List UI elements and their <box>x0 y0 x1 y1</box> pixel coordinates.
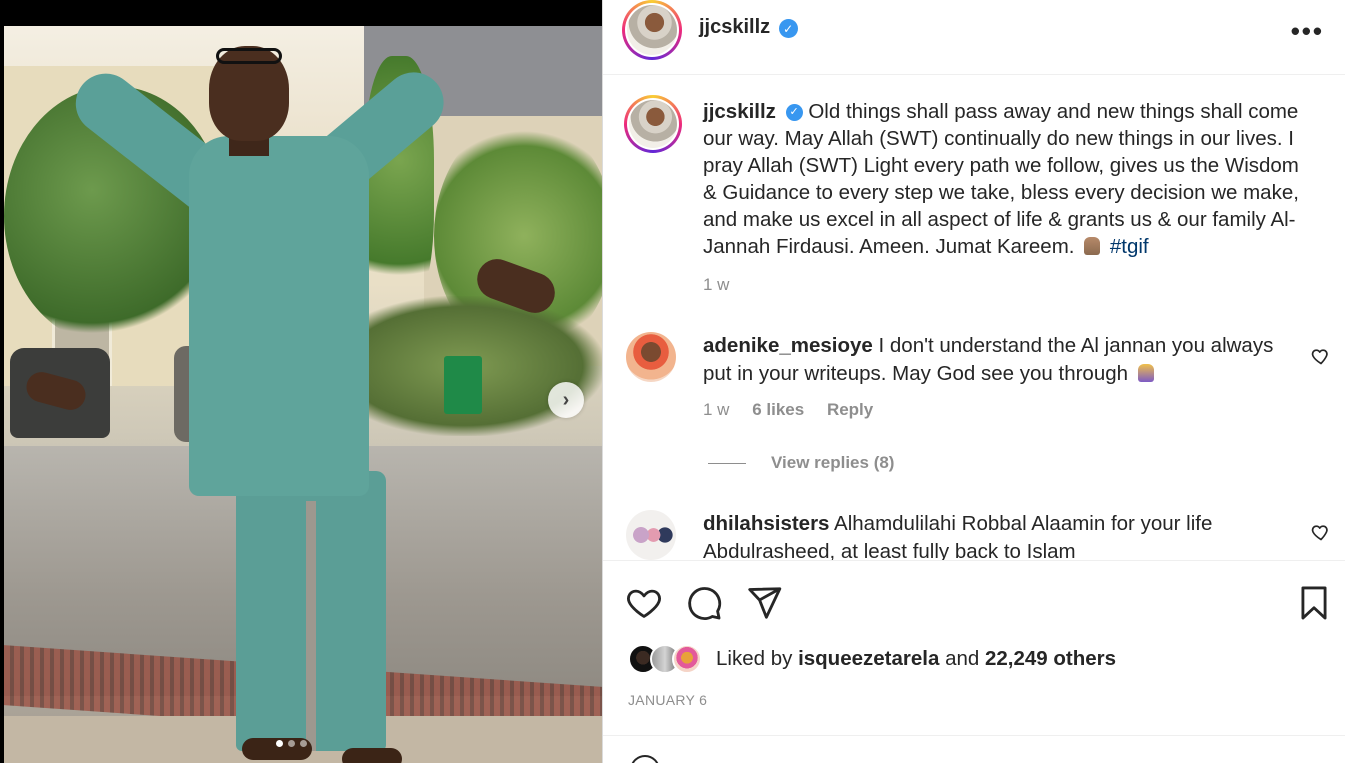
comment-icon[interactable] <box>685 584 723 622</box>
caption-meta: 1 w <box>703 275 747 295</box>
caption-avatar[interactable] <box>624 95 682 153</box>
divider <box>603 735 1345 736</box>
post-header: jjcskillz ✓ ••• <box>603 0 1345 75</box>
commenter-avatar[interactable] <box>626 332 676 382</box>
caption-time[interactable]: 1 w <box>703 275 729 294</box>
carousel-dot <box>300 740 307 747</box>
comment-like-heart-icon[interactable] <box>1311 346 1331 366</box>
author-avatar[interactable] <box>622 0 682 60</box>
comment-username[interactable]: dhilahsisters <box>703 512 829 535</box>
divider-line <box>708 462 746 464</box>
carousel-dot <box>276 740 283 747</box>
likers-avatars[interactable] <box>628 644 702 674</box>
more-options-icon[interactable]: ••• <box>1291 16 1324 47</box>
post-side-panel: jjcskillz ✓ ••• jjcskillz ✓ Old things s… <box>602 0 1345 763</box>
verified-badge-icon: ✓ <box>778 19 798 39</box>
praying-hands-icon <box>1084 237 1101 255</box>
emoji-icon[interactable] <box>630 755 660 763</box>
post-media[interactable]: › <box>0 0 602 763</box>
praying-hands-icon <box>1137 364 1154 382</box>
caption-text: jjcskillz ✓ Old things shall pass away a… <box>703 98 1313 260</box>
heart-icon[interactable] <box>625 584 663 622</box>
liked-by-others[interactable]: 22,249 others <box>985 647 1116 671</box>
verified-badge-icon: ✓ <box>785 104 803 122</box>
hashtag-link[interactable]: #tgif <box>1110 235 1149 258</box>
liker-avatar <box>672 644 702 674</box>
likes-summary: Liked by isqueezetarela and 22,249 other… <box>628 644 1116 674</box>
comment-likes[interactable]: 6 likes <box>752 400 804 419</box>
post-date[interactable]: JANUARY 6 <box>628 692 707 708</box>
comment-meta: 1 w 6 likes Reply <box>703 400 891 420</box>
carousel-dots <box>276 740 307 747</box>
comments-scroll-area[interactable]: jjcskillz ✓ Old things shall pass away a… <box>603 75 1345 560</box>
chevron-right-icon: › <box>562 388 570 411</box>
carousel-dot <box>288 740 295 747</box>
comment-like-heart-icon[interactable] <box>1311 522 1331 542</box>
comment-text: dhilahsisters Alhamdulilahi Robbal Alaam… <box>703 510 1283 560</box>
commenter-avatar[interactable] <box>626 510 676 560</box>
send-icon[interactable] <box>745 584 783 622</box>
caption-username[interactable]: jjcskillz <box>703 100 776 123</box>
liked-by-middle: and <box>945 647 980 670</box>
view-replies-button[interactable]: View replies (8) <box>708 453 894 473</box>
action-bar <box>603 560 1345 640</box>
carousel-next-button[interactable]: › <box>548 382 584 418</box>
liked-by-prefix: Liked by <box>716 647 793 670</box>
comment-text: adenike_mesioye I don't understand the A… <box>703 332 1283 388</box>
author-username[interactable]: jjcskillz <box>699 16 770 38</box>
view-replies-label: View replies (8) <box>771 453 895 472</box>
comment-time[interactable]: 1 w <box>703 400 729 419</box>
comment-username[interactable]: adenike_mesioye <box>703 334 873 357</box>
reply-button[interactable]: Reply <box>827 400 873 419</box>
post-photo <box>4 26 602 763</box>
liked-by-user[interactable]: isqueezetarela <box>798 647 939 671</box>
bookmark-icon[interactable] <box>1295 584 1333 622</box>
media-top-bar <box>0 0 602 26</box>
